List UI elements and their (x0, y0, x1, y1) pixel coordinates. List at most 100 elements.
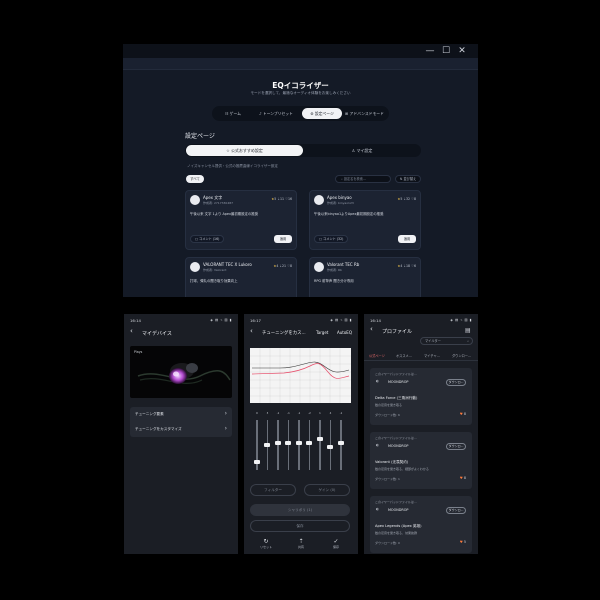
star-icon: ☆ (226, 148, 230, 153)
tab-advanced-mode[interactable]: ⊞ アドバンスドモード (343, 108, 386, 119)
autoeq-button[interactable]: AutoEQ (337, 330, 352, 335)
eq-slider-track[interactable] (319, 420, 321, 470)
segment-label: マイ設定 (356, 148, 373, 153)
status-bar: 16:17 ◈ ▤ ⌁ ▥ ▮ (244, 314, 358, 326)
download-button[interactable]: ダウンロ... (446, 507, 466, 514)
search-input[interactable]: ⌕ 設定名を検索... (335, 175, 391, 183)
download-button[interactable]: ダウンロ... (446, 443, 466, 450)
downloads: 18 (406, 264, 411, 268)
like-button[interactable]: ♥ 8 (460, 476, 466, 480)
eq-slider-knob[interactable] (327, 445, 334, 450)
eq-slider-track[interactable] (277, 420, 279, 470)
like-count: 8 (463, 476, 466, 480)
curve-button[interactable]: シャリボリ (1) (250, 504, 350, 516)
brand-logo-icon: ◐ (376, 379, 379, 383)
eq-slider-knob[interactable] (274, 440, 281, 445)
downloads: 11 (280, 197, 285, 201)
preset-description: 午後以来 文字 1より Apex最初期設定の推奨 (190, 212, 259, 216)
status-time: 16:14 (370, 318, 381, 323)
preset-author: 作成者: binyao123 (327, 201, 354, 205)
preset-author: 作成者: 2717330487 (203, 201, 234, 205)
like-button[interactable]: ♥ 8 (460, 412, 466, 416)
preset-card: VALORANT TEC X Lukoro 作成者: Valorant ★4 ⇣… (185, 257, 297, 297)
menu-item-tuning-elements[interactable]: チューニング要素 › (135, 407, 227, 421)
like-count: 8 (463, 412, 466, 416)
menu-icon[interactable]: ▤ (465, 327, 471, 334)
eq-slider-knob[interactable] (253, 459, 260, 464)
filter-button[interactable]: フィルター (250, 484, 296, 496)
eq-slider-knob[interactable] (285, 440, 292, 445)
back-icon[interactable]: ‹ (130, 327, 133, 335)
status-icons: ◈ ▤ ⌁ ▥ ▮ (450, 318, 472, 322)
likes: 6 (413, 264, 416, 268)
save-curve-button[interactable]: 保存 (250, 520, 350, 532)
tab-downloads[interactable]: ダウンロー... (452, 353, 471, 358)
chevron-right-icon: › (224, 410, 227, 417)
avatar (314, 262, 324, 272)
like-count: 5 (463, 540, 466, 544)
band-gain-label: 4 (329, 412, 332, 415)
minimize-button[interactable]: — (423, 45, 437, 57)
target-button[interactable]: Target (316, 330, 328, 335)
preset-author: 作成者: Valorant (203, 268, 227, 272)
profile-description: 敵の足音を聞き取る、細部がよくわかる (375, 467, 429, 471)
download-button[interactable]: ダウンロ... (446, 379, 466, 386)
profile-card: このイヤーパッドファイルは... ◐ MOONDROP ダウンロ... Valo… (370, 432, 472, 489)
band-gain-label: -1 (339, 412, 343, 415)
game-icon: ☷ (225, 111, 229, 116)
tab-game[interactable]: ☷ ゲーム (215, 108, 251, 119)
close-button[interactable]: ✕ (455, 45, 469, 57)
back-icon[interactable]: ‹ (250, 327, 253, 335)
brand-logo-icon: ◐ (376, 507, 379, 511)
back-icon[interactable]: ‹ (370, 325, 373, 333)
profile-card: このイヤーパッドファイルは... ◐ MOONDROP ダウンロ... Delt… (370, 368, 472, 425)
search-input[interactable]: マイルター ⌕ (420, 337, 473, 345)
band-gain-label: -1 (297, 412, 301, 415)
segment-official[interactable]: ☆ 公式おすすめ設定 (186, 145, 303, 156)
response-curve (250, 348, 351, 403)
eq-slider-knob[interactable] (306, 440, 313, 445)
card-header: このイヤーパッドファイルは... (375, 500, 417, 504)
downloads: 21 (282, 264, 287, 268)
segment-my-settings[interactable]: ♙ マイ設定 (304, 145, 420, 156)
profile-name: Valorant (无畏契约) (375, 460, 409, 464)
comment-button[interactable]: ▢ コメント (32) (314, 235, 349, 243)
menu-item-customize-tuning[interactable]: チューニングをカスタマイズ › (135, 422, 227, 436)
thumb-icon: ♥ (459, 476, 463, 480)
eq-slider-track[interactable] (287, 420, 289, 470)
avatar (190, 195, 200, 205)
reset-button[interactable]: ↻ リセット (256, 538, 276, 549)
eq-slider-knob[interactable] (337, 440, 344, 445)
download-count: ダウンロード数: 1 (375, 477, 400, 481)
eq-slider-track[interactable] (340, 420, 342, 470)
band-gain-label: -1 (287, 412, 290, 415)
filter-chip-all[interactable]: すべて (186, 175, 204, 183)
phone-my-device: 16:14 ◈ ▤ ⌁ ▥ ▮ ‹ マイデバイス Plays チューニング要素 ›… (124, 314, 238, 554)
apply-button[interactable]: 適用 (398, 235, 416, 243)
page-title: チューニングをカス... (262, 331, 306, 336)
tab-tone-presets[interactable]: ♪ トーンプリセット (252, 108, 300, 119)
eq-slider-knob[interactable] (295, 440, 302, 445)
profile-name: Apex Legends (Apex 英雄) (375, 524, 422, 528)
eq-slider-knob[interactable] (316, 436, 323, 441)
sort-button[interactable]: ⇅ 並び替え (395, 175, 421, 183)
likes: 8 (413, 197, 416, 201)
share-button[interactable]: ⇡ 共有 (291, 538, 311, 549)
save-button[interactable]: ✓ 保存 (326, 538, 346, 549)
preset-author: 作成者: Rb (327, 268, 342, 272)
comment-button[interactable]: ▢ コメント (16) (190, 235, 225, 243)
thumb-icon: ♥ (459, 540, 463, 544)
card-header: このイヤーパッドファイルは... (375, 436, 417, 440)
tab-recommended[interactable]: オススメ... (396, 353, 412, 358)
like-button[interactable]: ♥ 5 (460, 540, 466, 544)
gain-button[interactable]: ゲイン (0) (304, 484, 350, 496)
tab-official[interactable]: 公式ページ (369, 353, 385, 358)
eq-slider-track[interactable] (298, 420, 300, 470)
eq-slider-track[interactable] (308, 420, 310, 470)
tab-my-chart[interactable]: マイチャ... (424, 353, 440, 358)
search-icon: ⌕ (467, 339, 469, 343)
apply-button[interactable]: 適用 (274, 235, 292, 243)
eq-slider-knob[interactable] (264, 443, 271, 447)
maximize-button[interactable]: ☐ (439, 45, 453, 57)
tab-settings-page[interactable]: ⚙ 設定ページ (302, 108, 342, 119)
